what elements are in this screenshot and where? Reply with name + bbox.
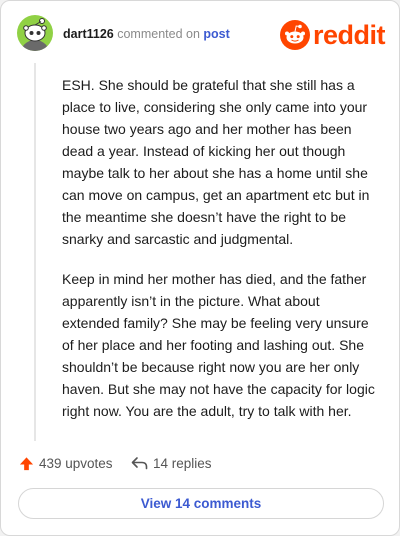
logo-wordmark: reddit [312, 20, 386, 50]
post-link[interactable]: post [203, 27, 229, 41]
upvote-arrow-icon [19, 456, 34, 470]
username[interactable]: dart1126 [63, 27, 114, 41]
thread-line[interactable] [34, 63, 36, 441]
reply-button[interactable]: 14 replies [131, 452, 212, 474]
upvote-button[interactable]: 439 upvotes [19, 452, 113, 474]
user-avatar[interactable] [17, 15, 53, 51]
comment-paragraph: Keep in mind her mother has died, and th… [62, 271, 375, 419]
snoo-avatar-icon [20, 18, 50, 51]
comment-body: ESH. She should be grateful that she sti… [62, 74, 380, 440]
reply-arrow-icon [131, 457, 148, 470]
comment-byline: dart1126 commented on post [63, 27, 230, 41]
view-comments-button[interactable]: View 14 comments [18, 488, 384, 519]
action-text: commented on [117, 27, 200, 41]
reddit-logo[interactable]: reddit [279, 19, 386, 51]
comment-card: dart1126 commented on post reddit ESH. S… [0, 0, 400, 536]
upvote-count: 439 upvotes [39, 455, 113, 471]
comment-actions: 439 upvotes 14 replies [19, 452, 379, 474]
comment-paragraph: ESH. She should be grateful that she sti… [62, 77, 370, 247]
comment-header: dart1126 commented on post reddit [17, 15, 386, 55]
reply-count: 14 replies [153, 455, 212, 471]
reddit-snoo-icon [279, 20, 310, 50]
